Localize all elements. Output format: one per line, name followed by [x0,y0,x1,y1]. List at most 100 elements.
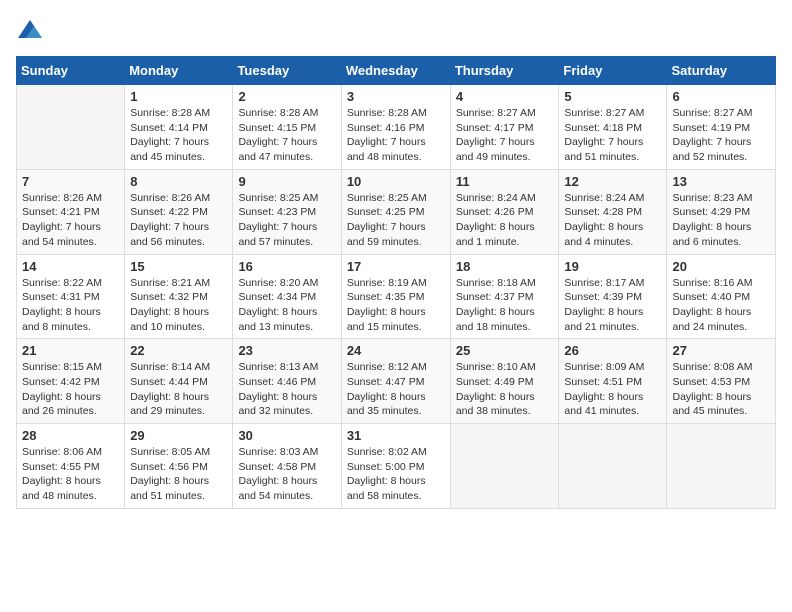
calendar-week-row: 14Sunrise: 8:22 AM Sunset: 4:31 PM Dayli… [17,254,776,339]
day-info: Sunrise: 8:16 AM Sunset: 4:40 PM Dayligh… [672,276,770,335]
calendar-cell [559,424,667,509]
weekday-header-cell: Tuesday [233,57,341,85]
day-number: 12 [564,174,661,189]
calendar-body: 1 Sunrise: 8:28 AM Sunset: 4:14 PM Daylig… [17,85,776,509]
calendar-cell: 31 Sunrise: 8:02 AM Sunset: 5:00 PM Dayli… [341,424,450,509]
day-info: Sunrise: 8:20 AM Sunset: 4:34 PM Dayligh… [238,276,335,335]
day-number: 13 [672,174,770,189]
calendar-cell: 19Sunrise: 8:17 AM Sunset: 4:39 PM Dayli… [559,254,667,339]
calendar-cell: 6 Sunrise: 8:27 AM Sunset: 4:19 PM Daylig… [667,85,776,170]
day-number: 23 [238,343,335,358]
day-info: Sunrise: 8:06 AM Sunset: 4:55 PM Dayligh… [22,445,119,504]
calendar-cell: 18Sunrise: 8:18 AM Sunset: 4:37 PM Dayli… [450,254,559,339]
calendar-cell: 28 Sunrise: 8:06 AM Sunset: 4:55 PM Dayli… [17,424,125,509]
day-info: Sunrise: 8:27 AM Sunset: 4:19 PM Dayligh… [672,106,770,165]
day-number: 3 [347,89,445,104]
calendar-cell: 5 Sunrise: 8:27 AM Sunset: 4:18 PM Daylig… [559,85,667,170]
day-info: Sunrise: 8:13 AM Sunset: 4:46 PM Dayligh… [238,360,335,419]
day-number: 9 [238,174,335,189]
calendar-cell: 21 Sunrise: 8:15 AM Sunset: 4:42 PM Dayli… [17,339,125,424]
calendar-cell: 13 Sunrise: 8:23 AM Sunset: 4:29 PM Dayli… [667,169,776,254]
page-header [16,16,776,44]
day-number: 26 [564,343,661,358]
day-number: 5 [564,89,661,104]
weekday-header-cell: Sunday [17,57,125,85]
day-info: Sunrise: 8:14 AM Sunset: 4:44 PM Dayligh… [130,360,227,419]
day-info: Sunrise: 8:25 AM Sunset: 4:25 PM Dayligh… [347,191,445,250]
day-info: Sunrise: 8:28 AM Sunset: 4:16 PM Dayligh… [347,106,445,165]
day-info: Sunrise: 8:05 AM Sunset: 4:56 PM Dayligh… [130,445,227,504]
day-info: Sunrise: 8:22 AM Sunset: 4:31 PM Dayligh… [22,276,119,335]
day-number: 15 [130,259,227,274]
weekday-header-row: SundayMondayTuesdayWednesdayThursdayFrid… [17,57,776,85]
day-info: Sunrise: 8:24 AM Sunset: 4:28 PM Dayligh… [564,191,661,250]
day-number: 1 [130,89,227,104]
day-number: 29 [130,428,227,443]
day-info: Sunrise: 8:09 AM Sunset: 4:51 PM Dayligh… [564,360,661,419]
calendar-week-row: 21 Sunrise: 8:15 AM Sunset: 4:42 PM Dayli… [17,339,776,424]
day-info: Sunrise: 8:28 AM Sunset: 4:14 PM Dayligh… [130,106,227,165]
logo-icon [16,16,44,44]
day-number: 6 [672,89,770,104]
calendar-cell: 26 Sunrise: 8:09 AM Sunset: 4:51 PM Dayli… [559,339,667,424]
day-info: Sunrise: 8:10 AM Sunset: 4:49 PM Dayligh… [456,360,554,419]
day-number: 30 [238,428,335,443]
day-info: Sunrise: 8:15 AM Sunset: 4:42 PM Dayligh… [22,360,119,419]
day-info: Sunrise: 8:26 AM Sunset: 4:21 PM Dayligh… [22,191,119,250]
calendar-cell: 8Sunrise: 8:26 AM Sunset: 4:22 PM Daylig… [125,169,233,254]
day-info: Sunrise: 8:17 AM Sunset: 4:39 PM Dayligh… [564,276,661,335]
day-number: 4 [456,89,554,104]
calendar-cell: 14Sunrise: 8:22 AM Sunset: 4:31 PM Dayli… [17,254,125,339]
day-number: 24 [347,343,445,358]
day-info: Sunrise: 8:08 AM Sunset: 4:53 PM Dayligh… [672,360,770,419]
calendar-cell: 3 Sunrise: 8:28 AM Sunset: 4:16 PM Daylig… [341,85,450,170]
day-number: 2 [238,89,335,104]
day-info: Sunrise: 8:28 AM Sunset: 4:15 PM Dayligh… [238,106,335,165]
day-number: 21 [22,343,119,358]
calendar-cell [667,424,776,509]
day-number: 28 [22,428,119,443]
calendar-cell: 7 Sunrise: 8:26 AM Sunset: 4:21 PM Daylig… [17,169,125,254]
calendar-cell: 2 Sunrise: 8:28 AM Sunset: 4:15 PM Daylig… [233,85,341,170]
day-info: Sunrise: 8:24 AM Sunset: 4:26 PM Dayligh… [456,191,554,250]
day-number: 17 [347,259,445,274]
calendar-cell [450,424,559,509]
calendar-cell: 22 Sunrise: 8:14 AM Sunset: 4:44 PM Dayli… [125,339,233,424]
weekday-header-cell: Wednesday [341,57,450,85]
calendar-week-row: 28 Sunrise: 8:06 AM Sunset: 4:55 PM Dayli… [17,424,776,509]
day-info: Sunrise: 8:27 AM Sunset: 4:18 PM Dayligh… [564,106,661,165]
day-info: Sunrise: 8:25 AM Sunset: 4:23 PM Dayligh… [238,191,335,250]
calendar-cell: 9 Sunrise: 8:25 AM Sunset: 4:23 PM Daylig… [233,169,341,254]
calendar-table: SundayMondayTuesdayWednesdayThursdayFrid… [16,56,776,509]
weekday-header-cell: Saturday [667,57,776,85]
calendar-cell: 16Sunrise: 8:20 AM Sunset: 4:34 PM Dayli… [233,254,341,339]
day-number: 31 [347,428,445,443]
day-info: Sunrise: 8:02 AM Sunset: 5:00 PM Dayligh… [347,445,445,504]
day-info: Sunrise: 8:21 AM Sunset: 4:32 PM Dayligh… [130,276,227,335]
calendar-cell: 1 Sunrise: 8:28 AM Sunset: 4:14 PM Daylig… [125,85,233,170]
day-number: 27 [672,343,770,358]
weekday-header-cell: Friday [559,57,667,85]
calendar-cell: 20 Sunrise: 8:16 AM Sunset: 4:40 PM Dayli… [667,254,776,339]
weekday-header-cell: Monday [125,57,233,85]
day-info: Sunrise: 8:03 AM Sunset: 4:58 PM Dayligh… [238,445,335,504]
day-number: 22 [130,343,227,358]
day-info: Sunrise: 8:23 AM Sunset: 4:29 PM Dayligh… [672,191,770,250]
day-number: 10 [347,174,445,189]
calendar-cell: 4Sunrise: 8:27 AM Sunset: 4:17 PM Daylig… [450,85,559,170]
calendar-cell: 30 Sunrise: 8:03 AM Sunset: 4:58 PM Dayli… [233,424,341,509]
calendar-cell: 12 Sunrise: 8:24 AM Sunset: 4:28 PM Dayli… [559,169,667,254]
calendar-cell: 24Sunrise: 8:12 AM Sunset: 4:47 PM Dayli… [341,339,450,424]
day-number: 25 [456,343,554,358]
calendar-cell: 23 Sunrise: 8:13 AM Sunset: 4:46 PM Dayli… [233,339,341,424]
day-number: 7 [22,174,119,189]
day-number: 11 [456,174,554,189]
day-number: 20 [672,259,770,274]
day-number: 8 [130,174,227,189]
weekday-header-cell: Thursday [450,57,559,85]
calendar-cell: 11 Sunrise: 8:24 AM Sunset: 4:26 PM Dayli… [450,169,559,254]
calendar-cell: 10 Sunrise: 8:25 AM Sunset: 4:25 PM Dayli… [341,169,450,254]
calendar-week-row: 1 Sunrise: 8:28 AM Sunset: 4:14 PM Daylig… [17,85,776,170]
calendar-cell [17,85,125,170]
calendar-cell: 27 Sunrise: 8:08 AM Sunset: 4:53 PM Dayli… [667,339,776,424]
